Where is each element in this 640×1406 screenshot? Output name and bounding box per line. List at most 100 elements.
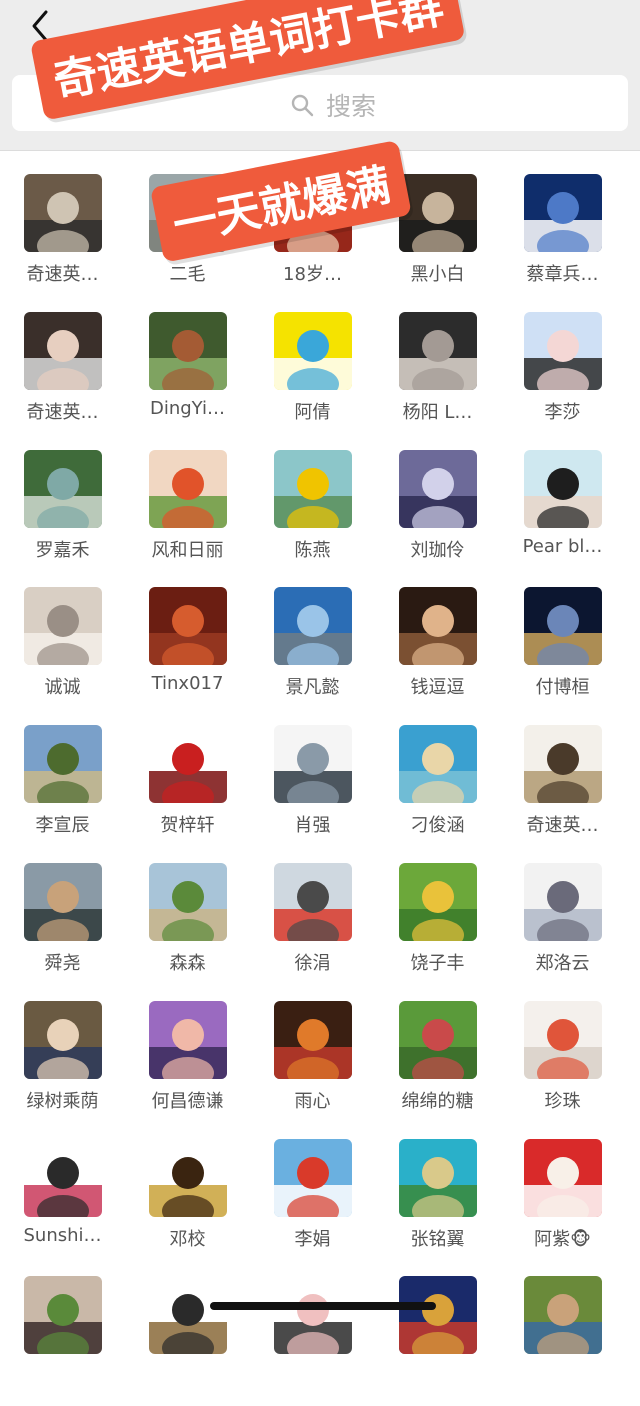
avatar[interactable] <box>274 1139 352 1217</box>
avatar[interactable] <box>524 587 602 665</box>
avatar[interactable] <box>274 863 352 941</box>
member-item[interactable]: 郑洛云 <box>500 863 625 993</box>
avatar[interactable] <box>524 1276 602 1354</box>
member-name: 李宣辰 <box>35 815 90 836</box>
member-item[interactable]: 景凡懿 <box>250 587 375 717</box>
member-item[interactable]: 杨阳 L… <box>375 312 500 442</box>
avatar[interactable] <box>399 1001 477 1079</box>
member-item[interactable]: 奇速英… <box>0 312 125 442</box>
member-item[interactable]: 张铭翼 <box>375 1139 500 1269</box>
member-name: 刁俊涵 <box>410 815 465 836</box>
avatar[interactable] <box>399 725 477 803</box>
avatar[interactable] <box>274 450 352 528</box>
member-item[interactable]: 刘珈伶 <box>375 450 500 580</box>
avatar[interactable] <box>274 312 352 390</box>
member-item[interactable]: 钱逗逗 <box>375 587 500 717</box>
avatar[interactable] <box>149 312 227 390</box>
avatar[interactable] <box>524 450 602 528</box>
member-item[interactable] <box>250 1276 375 1406</box>
member-item[interactable]: 舜尧 <box>0 863 125 993</box>
member-name: 李娟 <box>294 1229 331 1250</box>
avatar[interactable] <box>274 725 352 803</box>
member-name: 阿紫🐵 <box>534 1229 591 1250</box>
member-item[interactable]: 肖强 <box>250 725 375 855</box>
member-name: 郑洛云 <box>535 953 590 974</box>
header-divider <box>0 150 640 151</box>
avatar[interactable] <box>149 1001 227 1079</box>
avatar[interactable] <box>524 312 602 390</box>
member-item[interactable]: 刁俊涵 <box>375 725 500 855</box>
member-name: Tinx017 <box>151 673 224 694</box>
member-item[interactable] <box>375 1276 500 1406</box>
member-item[interactable]: 阿紫🐵 <box>500 1139 625 1269</box>
avatar[interactable] <box>274 1276 352 1354</box>
avatar[interactable] <box>524 1139 602 1217</box>
avatar[interactable] <box>399 863 477 941</box>
avatar[interactable] <box>524 725 602 803</box>
avatar[interactable] <box>524 863 602 941</box>
member-item[interactable]: Tinx017 <box>125 587 250 717</box>
member-item[interactable]: 蔡章兵… <box>500 174 625 304</box>
avatar[interactable] <box>24 1001 102 1079</box>
member-item[interactable]: Sunshi… <box>0 1139 125 1269</box>
member-item[interactable]: 绵绵的糖 <box>375 1001 500 1131</box>
member-item[interactable]: 饶子丰 <box>375 863 500 993</box>
member-item[interactable]: 诚诚 <box>0 587 125 717</box>
member-item[interactable]: 何昌德谦 <box>125 1001 250 1131</box>
member-item[interactable]: 雨心 <box>250 1001 375 1131</box>
member-item[interactable]: 陈燕 <box>250 450 375 580</box>
avatar[interactable] <box>24 1276 102 1354</box>
avatar[interactable] <box>149 1276 227 1354</box>
member-name: 刘珈伶 <box>410 540 465 561</box>
member-item[interactable]: 罗嘉禾 <box>0 450 125 580</box>
member-name: 李莎 <box>544 402 581 423</box>
avatar[interactable] <box>24 725 102 803</box>
avatar[interactable] <box>24 587 102 665</box>
member-item[interactable]: 邓校 <box>125 1139 250 1269</box>
member-name: 舜尧 <box>44 953 81 974</box>
avatar[interactable] <box>24 174 102 252</box>
member-item[interactable] <box>500 1276 625 1406</box>
member-item[interactable]: 贺梓轩 <box>125 725 250 855</box>
member-item[interactable]: 风和日丽 <box>125 450 250 580</box>
home-indicator <box>210 1302 436 1310</box>
member-item[interactable]: 李宣辰 <box>0 725 125 855</box>
member-item[interactable]: 付博桓 <box>500 587 625 717</box>
member-item[interactable]: 阿倩 <box>250 312 375 442</box>
member-item[interactable]: DingYi… <box>125 312 250 442</box>
avatar[interactable] <box>399 174 477 252</box>
avatar[interactable] <box>399 1276 477 1354</box>
avatar[interactable] <box>274 1001 352 1079</box>
member-item[interactable] <box>125 1276 250 1406</box>
avatar[interactable] <box>399 450 477 528</box>
member-item[interactable]: 珍珠 <box>500 1001 625 1131</box>
member-item[interactable]: 李娟 <box>250 1139 375 1269</box>
avatar[interactable] <box>524 1001 602 1079</box>
member-item[interactable]: 李莎 <box>500 312 625 442</box>
member-name: 黑小白 <box>410 264 465 285</box>
avatar[interactable] <box>24 1139 102 1217</box>
member-item[interactable]: 徐涓 <box>250 863 375 993</box>
avatar[interactable] <box>149 1139 227 1217</box>
avatar[interactable] <box>149 863 227 941</box>
avatar[interactable] <box>149 587 227 665</box>
avatar[interactable] <box>149 450 227 528</box>
member-item[interactable]: 奇速英… <box>500 725 625 855</box>
member-name: 付博桓 <box>535 677 590 698</box>
avatar[interactable] <box>149 725 227 803</box>
avatar[interactable] <box>24 450 102 528</box>
avatar[interactable] <box>399 587 477 665</box>
avatar[interactable] <box>24 863 102 941</box>
member-item[interactable] <box>0 1276 125 1406</box>
avatar[interactable] <box>24 312 102 390</box>
member-item[interactable]: 绿树乘荫 <box>0 1001 125 1131</box>
member-item[interactable]: 森森 <box>125 863 250 993</box>
avatar[interactable] <box>399 312 477 390</box>
member-name: 饶子丰 <box>410 953 465 974</box>
member-name: 风和日丽 <box>151 540 224 561</box>
member-item[interactable]: Pear bl… <box>500 450 625 580</box>
avatar[interactable] <box>524 174 602 252</box>
avatar[interactable] <box>399 1139 477 1217</box>
member-item[interactable]: 奇速英… <box>0 174 125 304</box>
avatar[interactable] <box>274 587 352 665</box>
